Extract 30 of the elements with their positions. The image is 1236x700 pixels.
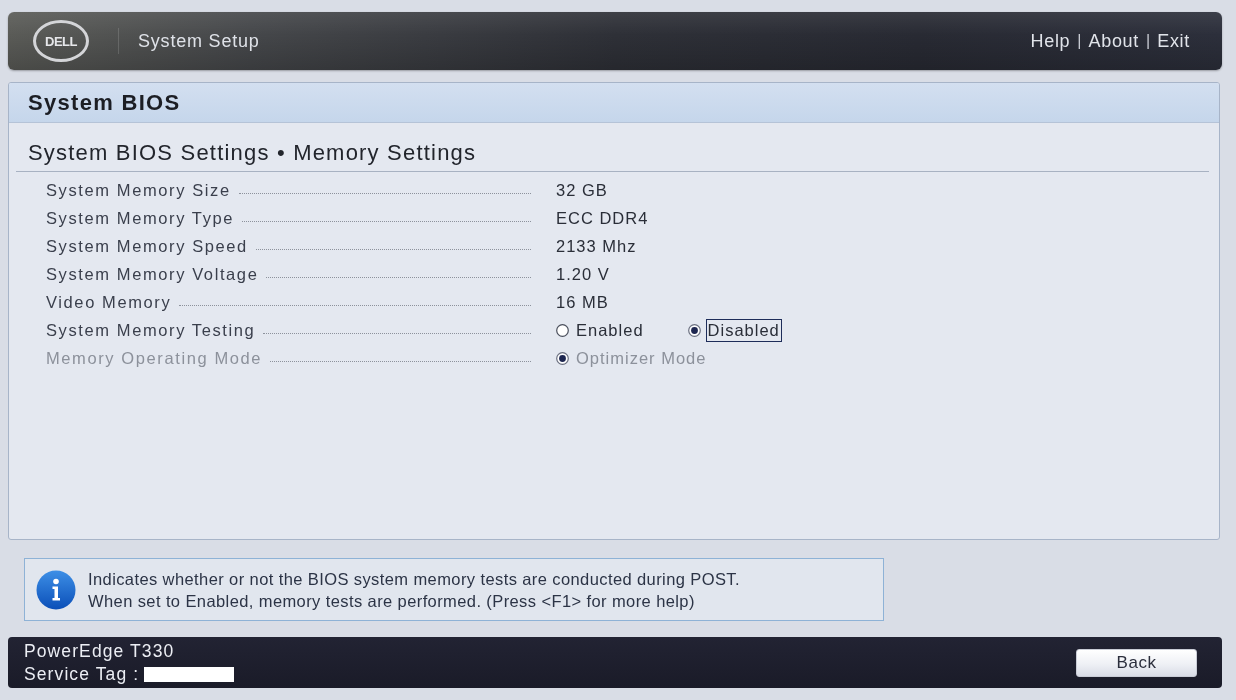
header-link[interactable]: Help — [1030, 30, 1071, 52]
panel-title: System BIOS — [9, 83, 1219, 123]
setting-value: 16 MB — [556, 292, 609, 312]
info-icon — [36, 569, 76, 610]
setting-value: 2133 Mhz — [556, 236, 637, 256]
radio-option-label[interactable]: Enabled — [574, 318, 646, 342]
setting-label: System Memory Speed — [46, 236, 248, 256]
back-button[interactable]: Back — [1076, 648, 1197, 677]
radio-option-label[interactable]: Disabled — [705, 318, 782, 342]
radio-empty-icon[interactable] — [556, 323, 569, 337]
link-separator: | — [1077, 32, 1082, 50]
setting-value: 32 GB — [556, 180, 608, 200]
setting-value: ECC DDR4 — [556, 208, 649, 228]
setting-label: Memory Operating Mode — [46, 348, 263, 368]
setting-label: System Memory Testing — [46, 320, 256, 340]
header-link[interactable]: Exit — [1157, 30, 1190, 52]
brand-logo: DELL — [33, 20, 89, 62]
setting-label: System Memory Size — [46, 180, 231, 200]
setting-label: System Memory Voltage — [46, 264, 259, 284]
help-text: Indicates whether or not the BIOS system memory tests are conducted during POST. When set to Enabled, memory tests are performed. (Press <F1> for more help) — [88, 568, 740, 612]
link-separator: | — [1146, 32, 1151, 50]
setting-label: Video Memory — [46, 292, 172, 312]
service-tag-label: Service Tag : — [24, 663, 140, 685]
section-heading: System BIOS Settings • Memory Settings — [16, 140, 1209, 172]
radio-selected-icon[interactable] — [687, 323, 701, 337]
model-name: PowerEdge T330 — [24, 640, 176, 662]
setting-label: System Memory Type — [46, 208, 235, 228]
header-link[interactable]: About — [1088, 30, 1140, 52]
setting-value: 1.20 V — [556, 264, 610, 284]
app-title: System Setup — [138, 30, 260, 52]
